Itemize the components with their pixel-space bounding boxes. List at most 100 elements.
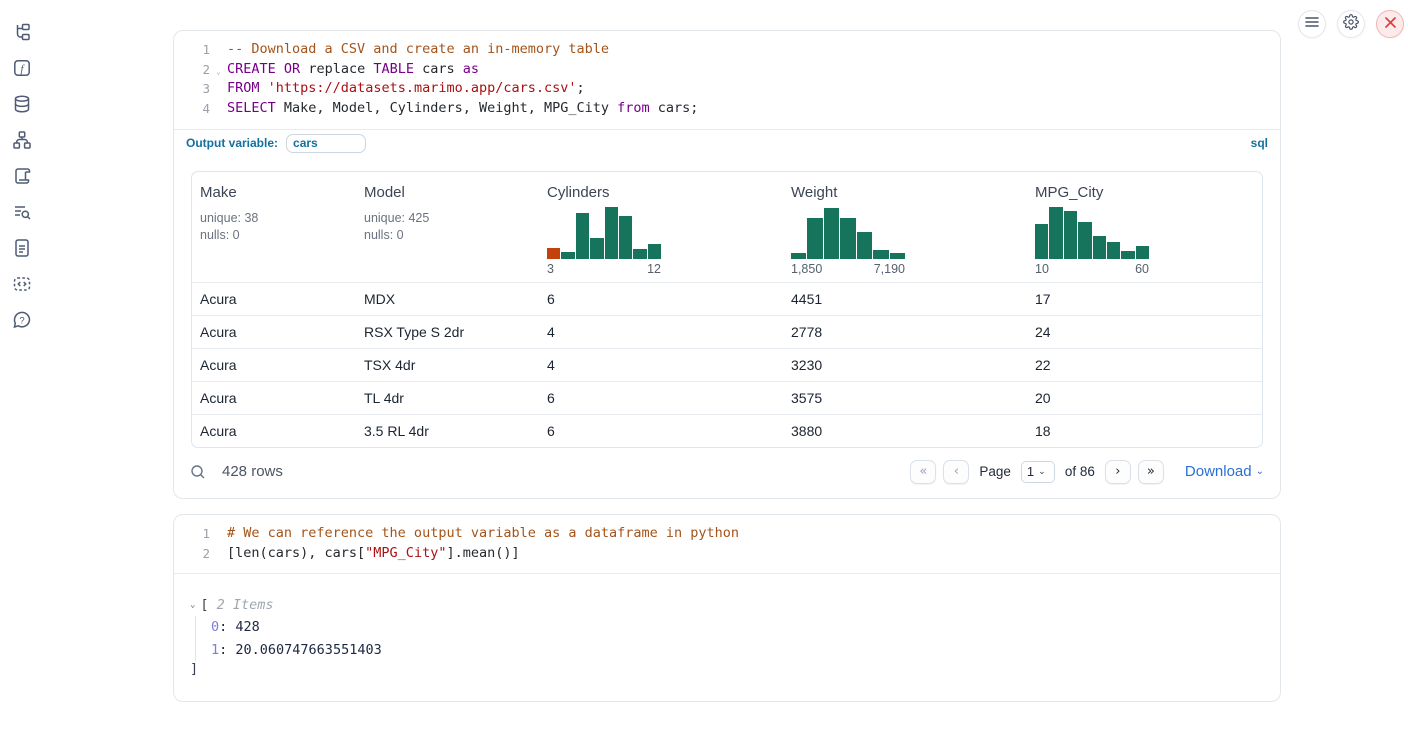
- database-icon[interactable]: [12, 94, 32, 114]
- column-histogram: 1060: [1035, 207, 1149, 276]
- left-sidebar: f ?: [0, 0, 44, 729]
- code-line: 4SELECT Make, Model, Cylinders, Weight, …: [174, 99, 1280, 119]
- prev-page-button[interactable]: ‹: [943, 460, 969, 484]
- line-number: 1: [186, 524, 210, 544]
- line-number: 4: [186, 99, 210, 119]
- table-cell: 4: [539, 357, 783, 373]
- histogram-bar: [576, 213, 589, 259]
- table-cell: 3575: [783, 390, 1027, 406]
- output-variable-label: Output variable:: [186, 136, 278, 150]
- histogram-bar: [824, 208, 839, 259]
- histogram-axis: 1060: [1035, 262, 1149, 276]
- histogram-bar: [857, 232, 872, 259]
- histogram-bar: [633, 249, 646, 259]
- histogram-bar: [1078, 222, 1091, 259]
- tree-entry-value: 20.060747663551403: [235, 642, 381, 658]
- python-editor[interactable]: 1# We can reference the output variable …: [174, 515, 1280, 573]
- tree-entry: 1: 20.060747663551403: [211, 639, 1264, 662]
- close-icon: [1385, 15, 1396, 33]
- table-cell: Acura: [192, 291, 356, 307]
- histogram-bar: [619, 216, 632, 259]
- tree-entry-index: 1: [211, 642, 219, 658]
- open-bracket: [: [200, 594, 208, 616]
- search-icon[interactable]: [190, 464, 206, 480]
- line-number: 1: [186, 40, 210, 60]
- items-count-label: 2 Items: [217, 594, 274, 616]
- collapse-chevron-icon[interactable]: ⌄: [190, 594, 195, 616]
- histogram-bar: [590, 238, 603, 259]
- column-header[interactable]: Model unique: 425nulls: 0: [356, 184, 539, 276]
- table-cell: 18: [1027, 423, 1262, 439]
- tree-entry-value: 428: [235, 619, 259, 635]
- sql-editor[interactable]: 1-- Download a CSV and create an in-memo…: [174, 31, 1280, 129]
- column-header[interactable]: MPG_City 1060: [1027, 184, 1262, 276]
- shutdown-button[interactable]: [1376, 10, 1404, 38]
- chevron-down-icon: ⌄: [1256, 466, 1264, 477]
- notebook-area: 1-- Download a CSV and create an in-memo…: [173, 30, 1281, 702]
- table-row[interactable]: AcuraMDX6445117: [192, 282, 1262, 315]
- function-icon[interactable]: f: [12, 58, 32, 78]
- page-select[interactable]: 1 ⌄: [1021, 461, 1055, 483]
- page-total: of 86: [1065, 464, 1095, 479]
- topbar-controls: [1298, 10, 1404, 38]
- next-page-button[interactable]: ›: [1105, 460, 1131, 484]
- column-header[interactable]: Weight1,8507,190: [783, 184, 1027, 276]
- fold-chevron-icon[interactable]: ⌄: [216, 62, 221, 82]
- histogram-bar: [840, 218, 855, 259]
- table-cell: Acura: [192, 423, 356, 439]
- table-row[interactable]: AcuraTSX 4dr4323022: [192, 348, 1262, 381]
- gear-icon: [1343, 14, 1359, 35]
- histogram-bar: [873, 250, 888, 259]
- column-label: MPG_City: [1035, 184, 1254, 201]
- table-cell: 4: [539, 324, 783, 340]
- histogram-bar: [1121, 251, 1134, 259]
- table-body: AcuraMDX6445117AcuraRSX Type S 2dr427782…: [192, 282, 1262, 447]
- table-cell: 22: [1027, 357, 1262, 373]
- column-header[interactable]: Cylinders312: [539, 184, 783, 276]
- column-header[interactable]: Makeunique: 38nulls: 0: [192, 184, 356, 276]
- download-button[interactable]: Download ⌄: [1185, 463, 1264, 480]
- column-label: Model: [364, 184, 531, 201]
- histogram-bar: [1107, 242, 1120, 259]
- histogram-axis: 1,8507,190: [791, 262, 905, 276]
- close-bracket: ]: [190, 661, 1264, 677]
- snippets-icon[interactable]: [12, 274, 32, 294]
- tree-entry: 0: 428: [211, 616, 1264, 639]
- histogram-bar: [1064, 211, 1077, 259]
- histogram-bar: [890, 253, 905, 259]
- column-stats: unique: 38nulls: 0: [200, 210, 348, 244]
- settings-button[interactable]: [1337, 10, 1365, 38]
- result-table: Makeunique: 38nulls: 0 Model unique: 425nu…: [191, 171, 1263, 448]
- column-label: Cylinders: [547, 184, 775, 201]
- table-cell: 3230: [783, 357, 1027, 373]
- column-stats: unique: 425nulls: 0: [364, 210, 531, 244]
- code-line: 2[len(cars), cars["MPG_City"].mean()]: [174, 544, 1280, 564]
- download-label: Download: [1185, 463, 1252, 480]
- table-cell: 3.5 RL 4dr: [356, 423, 539, 439]
- file-tree-icon[interactable]: [12, 22, 32, 42]
- histogram-bar: [605, 207, 618, 259]
- table-cell: 20: [1027, 390, 1262, 406]
- line-number: 3: [186, 79, 210, 99]
- table-row[interactable]: AcuraTL 4dr6357520: [192, 381, 1262, 414]
- histogram-bar: [547, 248, 560, 259]
- svg-text:f: f: [20, 63, 25, 75]
- histogram-bar: [791, 253, 806, 259]
- menu-button[interactable]: [1298, 10, 1326, 38]
- scroll-icon[interactable]: [12, 166, 32, 186]
- output-variable-input[interactable]: [286, 134, 366, 153]
- table-cell: 6: [539, 291, 783, 307]
- first-page-button[interactable]: «: [910, 460, 936, 484]
- logs-search-icon[interactable]: [12, 202, 32, 222]
- line-number: 2: [186, 544, 210, 564]
- dependency-graph-icon[interactable]: [12, 130, 32, 150]
- document-icon[interactable]: [12, 238, 32, 258]
- table-row[interactable]: Acura3.5 RL 4dr6388018: [192, 414, 1262, 447]
- table-cell: 24: [1027, 324, 1262, 340]
- last-page-button[interactable]: »: [1138, 460, 1164, 484]
- sql-cell: 1-- Download a CSV and create an in-memo…: [173, 30, 1281, 499]
- help-icon[interactable]: ?: [12, 310, 32, 330]
- table-row[interactable]: AcuraRSX Type S 2dr4277824: [192, 315, 1262, 348]
- table-cell: Acura: [192, 390, 356, 406]
- chevron-down-icon: ⌄: [1038, 466, 1046, 477]
